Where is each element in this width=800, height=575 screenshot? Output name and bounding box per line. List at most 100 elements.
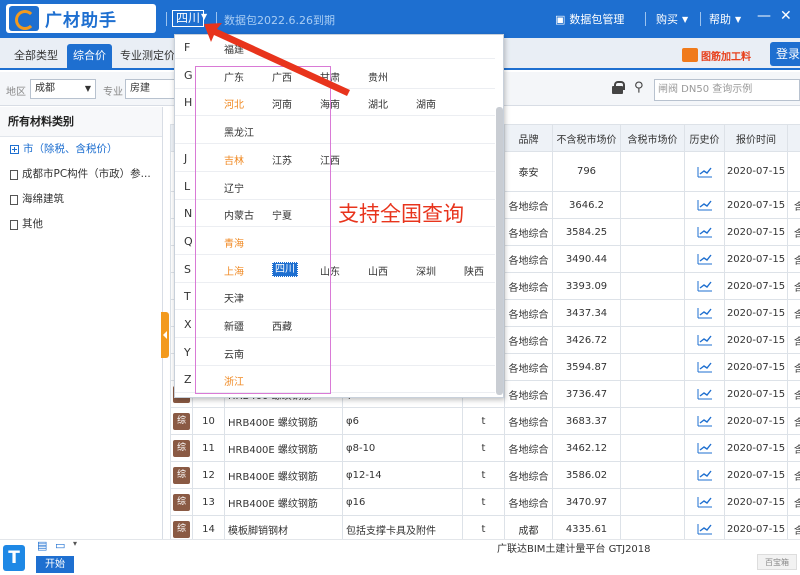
province-option[interactable]: 内蒙古 [224, 207, 254, 222]
trend-chart-icon[interactable] [697, 226, 713, 238]
table-row[interactable]: 综10HRB400E 螺纹钢筋φ6t各地综合3683.37 2020-07-15含 [170, 407, 800, 435]
province-option[interactable]: 江西 [320, 152, 340, 167]
province-option[interactable]: 云南 [224, 346, 244, 361]
collapse-panel-handle[interactable] [161, 312, 169, 358]
trend-chart-icon[interactable] [697, 523, 713, 535]
chevron-down-icon[interactable]: ▾ [73, 539, 77, 548]
history-price-cell [684, 434, 725, 462]
province-option[interactable]: 福建 [224, 41, 244, 56]
table-row[interactable]: 综 11 HRB400E 螺纹钢筋 φ8-10 t 各地综合 3462.12 2020-07-… [170, 434, 800, 462]
cell-tax-price [620, 326, 685, 354]
buy-menu[interactable]: 购买 ▼ [656, 11, 688, 27]
trend-chart-icon[interactable] [697, 166, 713, 178]
comprehensive-badge: 综 [173, 412, 190, 430]
province-option[interactable]: 新疆 [224, 318, 244, 333]
location-icon[interactable]: ⚲ [140, 11, 150, 26]
trend-chart-icon[interactable] [697, 496, 713, 508]
taskbar-app-logo[interactable]: T [3, 545, 25, 571]
column-header-date[interactable]: 报价时间 [724, 124, 788, 152]
trend-chart-icon[interactable] [697, 469, 713, 481]
document-icon [10, 194, 18, 205]
badge-cell: 综 [170, 461, 193, 489]
province-option[interactable]: 辽宁 [224, 180, 244, 195]
province-option[interactable]: 吉林 [224, 152, 244, 167]
history-price-cell [684, 218, 725, 246]
cell-name: HRB400E 螺纹钢筋 [224, 434, 343, 462]
province-option[interactable]: 贵州 [368, 69, 388, 84]
province-option[interactable]: 广东 [224, 69, 244, 84]
cell-extra: 含 [787, 191, 800, 219]
province-option[interactable]: 江苏 [272, 152, 292, 167]
table-row[interactable]: 综14模板脚销钢材包括支撑卡具及附件t成都4335.61 2020-07-15含 [170, 515, 800, 539]
expand-icon[interactable] [10, 145, 19, 154]
minimize-icon[interactable]: — [757, 8, 771, 24]
lock-icon[interactable] [612, 81, 625, 94]
province-option[interactable]: 深圳 [416, 263, 436, 278]
province-selector[interactable]: 四川 [172, 10, 205, 27]
login-button[interactable]: 登录 [770, 42, 800, 66]
province-option[interactable]: 山东 [320, 263, 340, 278]
province-option[interactable]: 天津 [224, 290, 244, 305]
column-header-brand[interactable]: 品牌 [504, 124, 553, 152]
cell-brand: 各地综合 [504, 434, 553, 462]
province-option[interactable]: 青海 [224, 235, 244, 250]
tree-item-other[interactable]: 其他 [0, 212, 162, 237]
trend-chart-icon[interactable] [697, 442, 713, 454]
file-icon[interactable]: ▤ [37, 539, 47, 552]
province-option[interactable]: 湖南 [416, 96, 436, 111]
tab-all-types[interactable]: 全部类型 [8, 44, 64, 68]
cell-brand: 各地综合 [504, 299, 553, 327]
chevron-down-icon[interactable]: ▼ [201, 12, 207, 21]
column-header-tax-price[interactable]: 含税市场价 [620, 124, 685, 152]
tab-comprehensive-price[interactable]: 综合价 [67, 44, 112, 68]
tab-professional-price[interactable]: 专业测定价 [114, 44, 181, 68]
trend-chart-icon[interactable] [697, 280, 713, 292]
cell-spec: 包括支撑卡具及附件 [342, 515, 463, 539]
column-header-price[interactable]: 不含税市场价 [552, 124, 621, 152]
province-option[interactable]: 广西 [272, 69, 292, 84]
trend-chart-icon[interactable] [697, 415, 713, 427]
province-option[interactable]: 浙江 [224, 373, 244, 388]
province-option[interactable]: 河南 [272, 96, 292, 111]
province-option[interactable]: 宁夏 [272, 207, 292, 222]
province-option[interactable]: 西藏 [272, 318, 292, 333]
search-input[interactable]: 闸阀 DN50 查询示例 [654, 79, 800, 101]
tree-item-pc-components[interactable]: 成都市PC构件（市政）参... [0, 162, 162, 187]
close-icon[interactable]: ✕ [780, 8, 792, 24]
trend-chart-icon[interactable] [697, 388, 713, 400]
start-button[interactable]: 开始 [36, 556, 74, 573]
table-row[interactable]: 综 13 HRB400E 螺纹钢筋 φ16 t 各地综合 3470.97 2020-07-15… [170, 488, 800, 516]
help-menu[interactable]: 帮助 ▼ [709, 11, 741, 27]
trend-chart-icon[interactable] [697, 199, 713, 211]
province-option[interactable]: 河北 [224, 96, 244, 111]
province-option[interactable]: 山西 [368, 263, 388, 278]
toolbox-badge[interactable]: 百宝箱 [757, 554, 797, 570]
province-option[interactable]: 陕西 [464, 263, 484, 278]
province-option[interactable]: 湖北 [368, 96, 388, 111]
province-option[interactable]: 上海 [224, 263, 244, 278]
trend-chart-icon[interactable] [697, 334, 713, 346]
dropdown-scrollbar[interactable] [496, 107, 503, 395]
province-option[interactable]: 黑龙江 [224, 124, 254, 139]
cell-brand: 各地综合 [504, 380, 553, 408]
location-pin-icon[interactable]: ⚲ [634, 80, 644, 95]
trend-chart-icon[interactable] [697, 253, 713, 265]
badge-cell: 综 [170, 434, 193, 462]
cell-tax-price [620, 151, 685, 192]
promo-banner[interactable]: 图筋加工料 [682, 44, 751, 66]
cell-price: 4335.61 [552, 515, 621, 539]
major-select[interactable]: 房建 [125, 79, 175, 99]
trend-chart-icon[interactable] [697, 361, 713, 373]
tree-item-city[interactable]: 市（除税、含税价） [0, 137, 162, 162]
table-row[interactable]: 综 12 HRB400E 螺纹钢筋 φ12-14 t 各地综合 3586.02 2020-07… [170, 461, 800, 489]
province-option[interactable]: 四川 [272, 261, 298, 277]
history-price-cell [684, 515, 725, 539]
trend-chart-icon[interactable] [697, 307, 713, 319]
region-select[interactable]: 成都 ▼ [30, 79, 96, 99]
tree-item-sponge-building[interactable]: 海绵建筑 [0, 187, 162, 212]
province-option[interactable]: 海南 [320, 96, 340, 111]
folder-icon[interactable]: ▭ [55, 539, 65, 552]
data-package-manage-button[interactable]: ▣ 数据包管理 [555, 11, 624, 27]
province-option[interactable]: 甘肃 [320, 69, 340, 84]
cell-extra: 含 [787, 407, 800, 435]
